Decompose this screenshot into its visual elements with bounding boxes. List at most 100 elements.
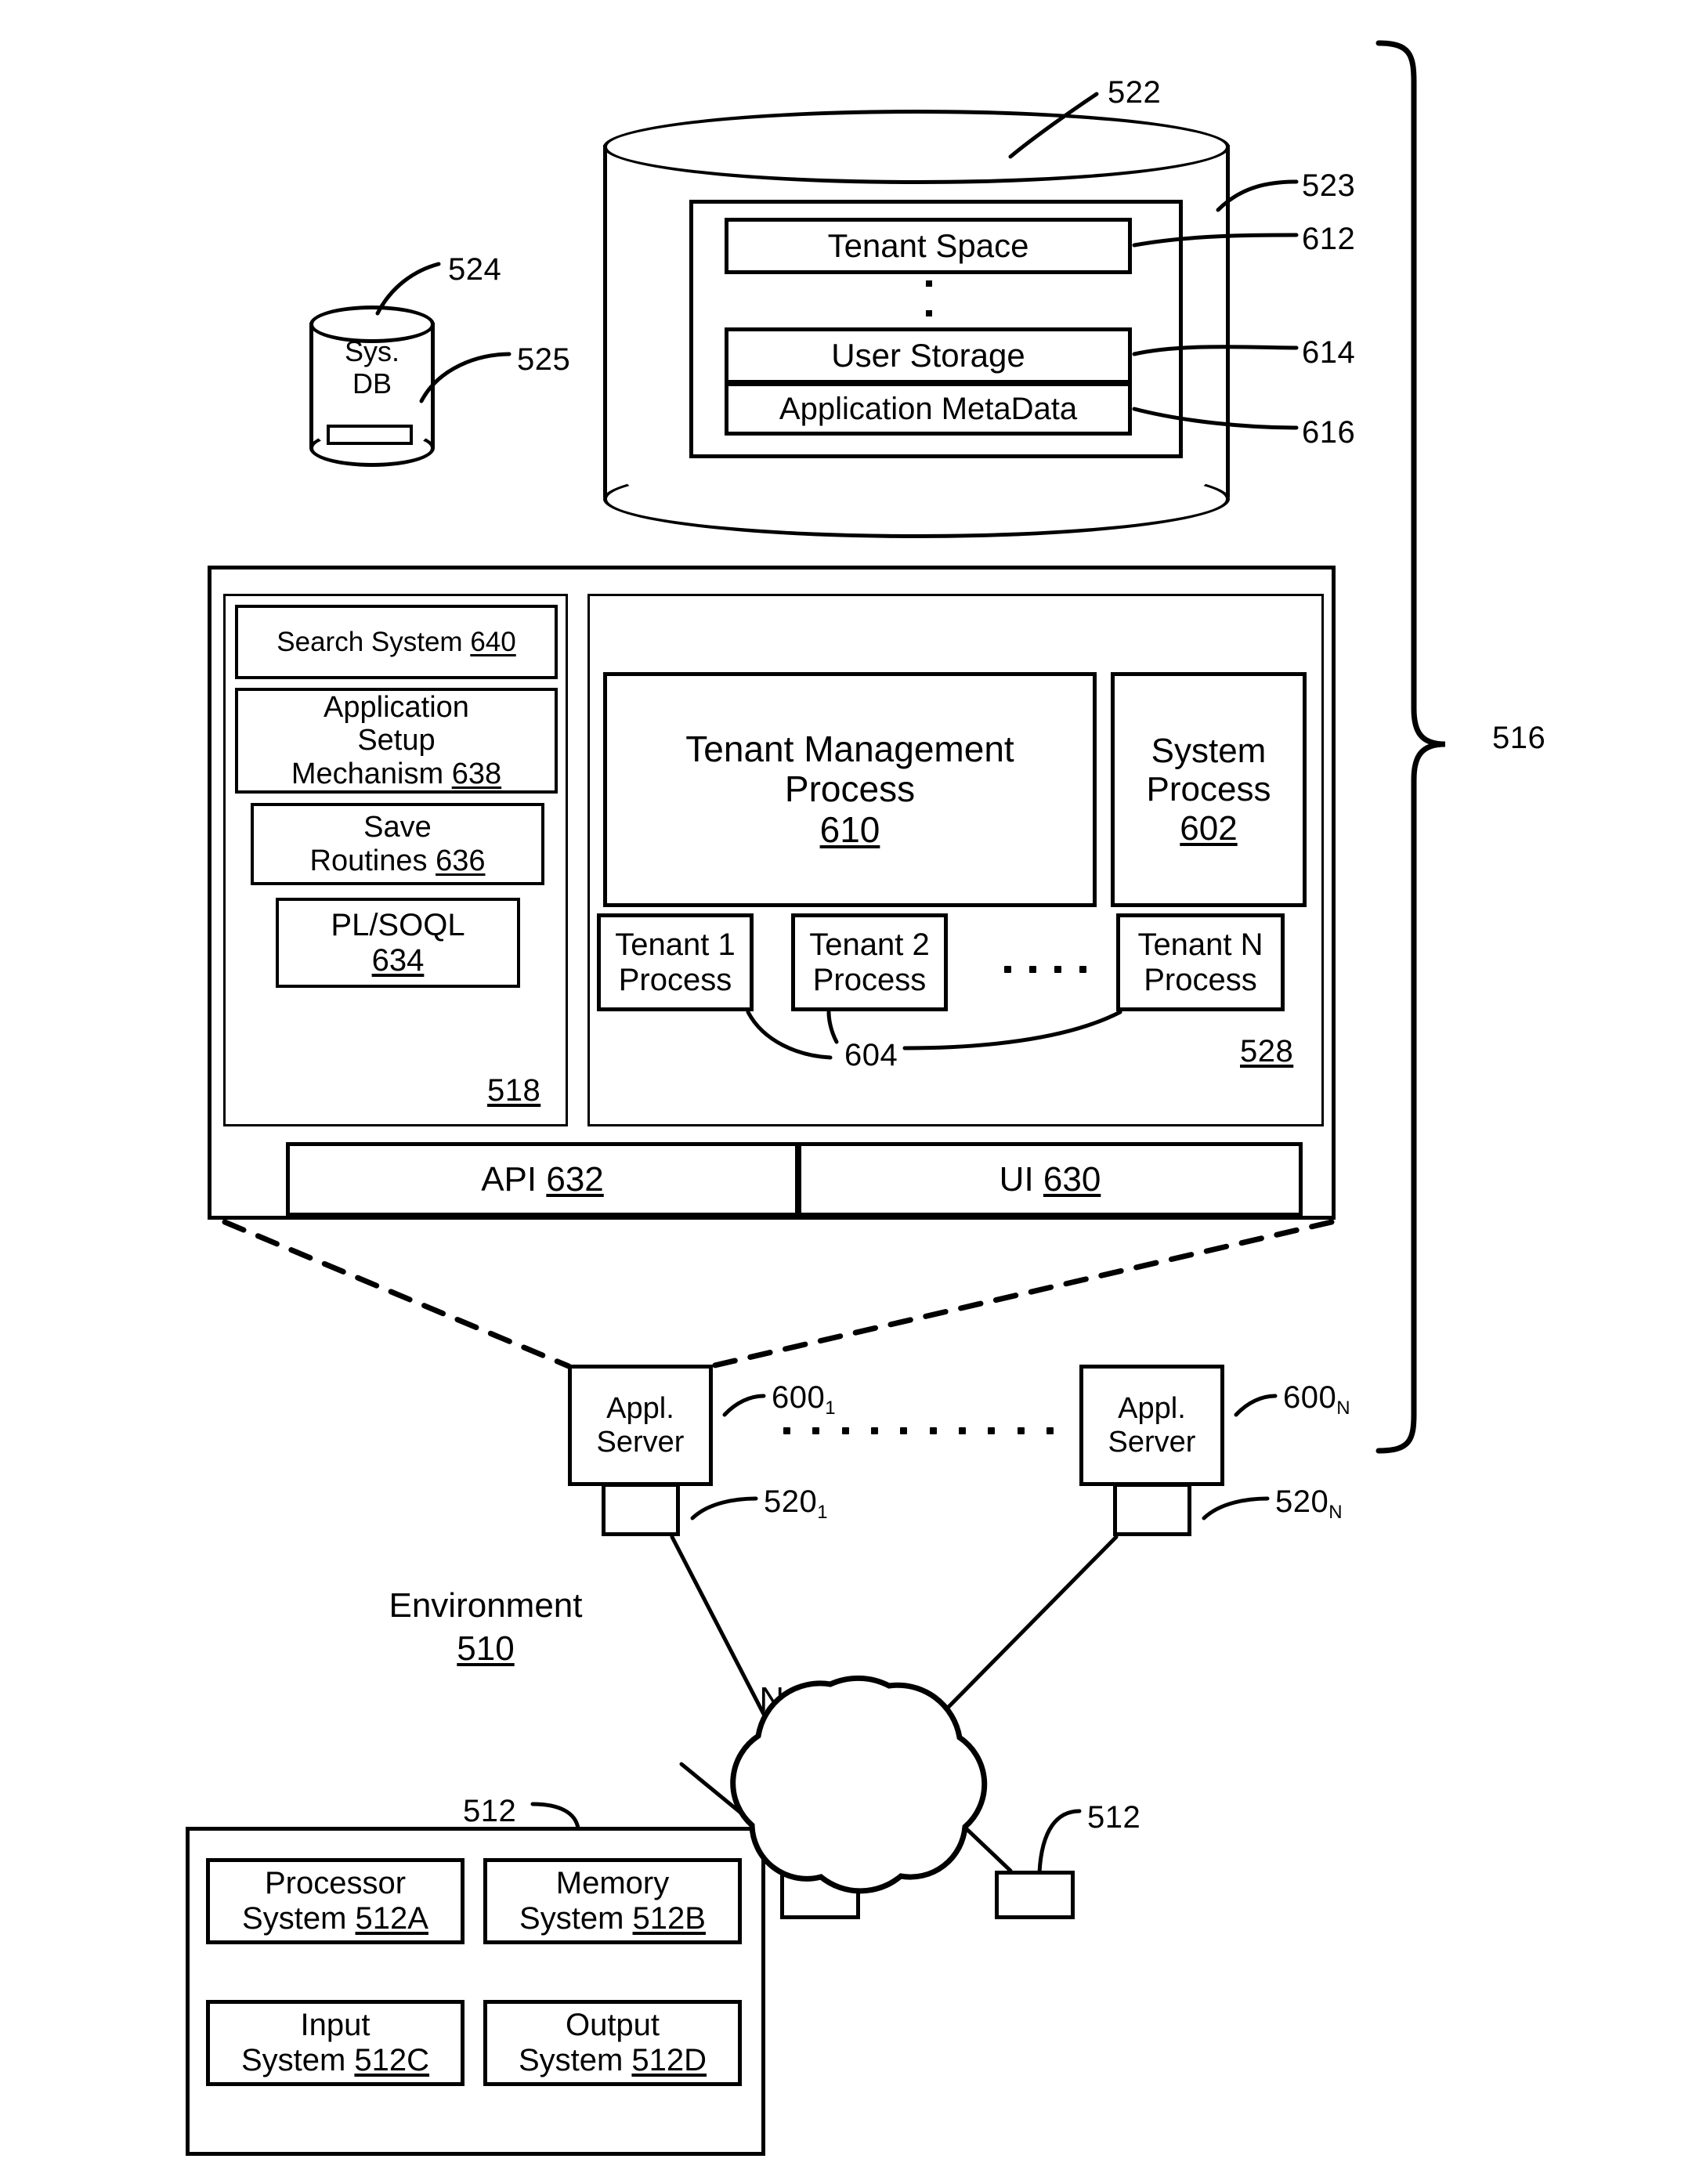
application-setup-mechanism-ref: 638 <box>451 757 502 790</box>
appl-server-1-block: Appl. Server <box>568 1365 713 1486</box>
search-system-ref: 640 <box>470 626 516 657</box>
tenant-2-process-block: Tenant 2 Process <box>791 913 948 1011</box>
appl-server-n-line1: Appl. <box>1118 1391 1186 1425</box>
network-ref: 514 <box>793 1723 851 1762</box>
tenant-management-process-ref: 610 <box>819 808 880 850</box>
ui-label: UI <box>999 1159 1034 1199</box>
leader-600-n <box>1234 1394 1278 1417</box>
application-metadata-block: Application MetaData <box>725 382 1132 436</box>
tenant-n-process-block: Tenant N Process <box>1116 913 1285 1011</box>
tenant-process-ref-604: 604 <box>844 1038 898 1072</box>
leader-523 <box>1216 179 1299 212</box>
user-system-terminal-1 <box>780 1871 860 1919</box>
right-panel-ref-528: 528 <box>1240 1034 1294 1068</box>
left-panel-ref-518: 518 <box>487 1073 541 1108</box>
sys-db-line2: DB <box>352 367 392 400</box>
sys-db-line1: Sys. <box>344 335 399 367</box>
system-process-ref: 602 <box>1180 808 1238 848</box>
tenant-management-process-label: Tenant Management Process <box>685 728 1014 810</box>
appl-server-n-ref: 600N <box>1283 1380 1351 1419</box>
memory-system-line2: System <box>519 1901 624 1936</box>
leader-520-1 <box>690 1496 758 1520</box>
appl-server-n-block: Appl. Server <box>1079 1365 1224 1486</box>
appl-server-1-pedestal-ref: 5201 <box>764 1484 829 1523</box>
appl-server-1-pedestal <box>602 1483 680 1536</box>
input-system-ref: 512C <box>354 2043 430 2077</box>
user-system-terminal-1-ref: 512 <box>880 1816 934 1850</box>
tenant-n-process-label: Tenant N Process <box>1137 927 1263 997</box>
user-system-ref-512: 512 <box>463 1794 517 1828</box>
save-routines-label: Save Routines <box>309 810 432 877</box>
sys-db-text: Sys. DB <box>309 335 435 400</box>
user-system-terminal-2-ref: 512 <box>1087 1800 1141 1835</box>
application-metadata-label: Application MetaData <box>779 391 1078 426</box>
processor-system-line2: System <box>242 1901 347 1936</box>
pl-soql-block: PL/SOQL 634 <box>276 898 520 988</box>
cylinder-top <box>603 110 1230 184</box>
ui-ref: 630 <box>1043 1159 1101 1199</box>
input-system-block: Input System 512C <box>206 2000 465 2086</box>
output-system-line1: Output <box>565 2008 660 2043</box>
save-routines-ref: 636 <box>436 844 486 877</box>
bracket-516 <box>1375 40 1446 1454</box>
appl-server-1-line1: Appl. <box>606 1391 674 1425</box>
application-metadata-ref-616: 616 <box>1302 415 1356 450</box>
projection-line-left <box>222 1219 572 1369</box>
system-bracket-ref-516: 516 <box>1492 721 1546 755</box>
system-database-cylinder: Sys. DB <box>309 306 435 470</box>
user-storage-ref-614: 614 <box>1302 335 1356 370</box>
leader-512-terminal1 <box>831 1826 876 1875</box>
memory-system-line1: Memory <box>555 1866 670 1901</box>
environment-ref: 510 <box>457 1629 515 1668</box>
environment-label-group: Environment 510 <box>368 1584 603 1670</box>
appl-server-n-line2: Server <box>1108 1425 1196 1459</box>
appl-server-ellipsis <box>783 1426 1054 1434</box>
leader-512-usersystem <box>530 1802 580 1831</box>
user-system-terminal-2 <box>995 1871 1075 1919</box>
ui-block[interactable]: UI 630 <box>797 1142 1303 1217</box>
tenant-2-process-label: Tenant 2 Process <box>809 927 930 997</box>
processor-system-block: Processor System 512A <box>206 1858 465 1944</box>
output-system-ref: 512D <box>631 2043 707 2077</box>
sys-db-ref-524: 524 <box>448 252 502 287</box>
memory-system-ref: 512B <box>632 1901 706 1936</box>
sys-db-slot-525 <box>327 425 413 445</box>
leader-600-1 <box>722 1394 766 1417</box>
output-system-block: Output System 512D <box>483 2000 742 2086</box>
tenant-1-process-label: Tenant 1 Process <box>615 927 736 997</box>
tenant-space-label: Tenant Space <box>827 227 1029 265</box>
cylinder-bottom <box>603 460 1230 538</box>
pl-soql-label: PL/SOQL <box>331 907 465 942</box>
appl-server-1-line2: Server <box>596 1425 685 1459</box>
processor-system-line1: Processor <box>264 1866 407 1901</box>
api-label: API <box>481 1159 537 1199</box>
api-block[interactable]: API 632 <box>286 1142 799 1217</box>
output-system-line2: System <box>518 2043 624 2077</box>
tenant-db-ref-522: 522 <box>1108 75 1162 110</box>
appl-server-n-pedestal <box>1113 1483 1191 1536</box>
application-setup-mechanism-label: Application Setup Mechanism <box>291 690 469 790</box>
network-label-group: Network 514 <box>705 1678 940 1764</box>
tenant-space-ref-612: 612 <box>1302 222 1356 256</box>
user-storage-label: User Storage <box>831 337 1025 374</box>
vertical-ellipsis <box>926 280 932 316</box>
sys-db-slot-ref-525: 525 <box>517 342 571 377</box>
search-system-label: Search System <box>277 626 463 657</box>
save-routines-block: Save Routines 636 <box>251 803 544 885</box>
memory-system-block: Memory System 512B <box>483 1858 742 1944</box>
appl-server-1-ref: 6001 <box>772 1380 837 1419</box>
application-setup-mechanism-block: Application Setup Mechanism 638 <box>235 688 558 794</box>
processor-system-ref: 512A <box>355 1901 428 1936</box>
tenant-1-process-block: Tenant 1 Process <box>597 913 754 1011</box>
tenant-data-ref-523: 523 <box>1302 168 1356 203</box>
input-system-line2: System <box>240 2043 346 2077</box>
tenant-space-block: Tenant Space <box>725 218 1132 274</box>
network-label: Network <box>759 1680 886 1719</box>
user-storage-block: User Storage <box>725 327 1132 384</box>
api-ref: 632 <box>546 1159 604 1199</box>
tenant-management-process-block: Tenant Management Process 610 <box>603 672 1097 907</box>
tenant-process-ellipsis <box>1004 965 1086 973</box>
input-system-line1: Input <box>300 2008 371 2043</box>
connector-network-usersystem <box>679 1762 758 1828</box>
projection-line-right <box>708 1219 1335 1369</box>
